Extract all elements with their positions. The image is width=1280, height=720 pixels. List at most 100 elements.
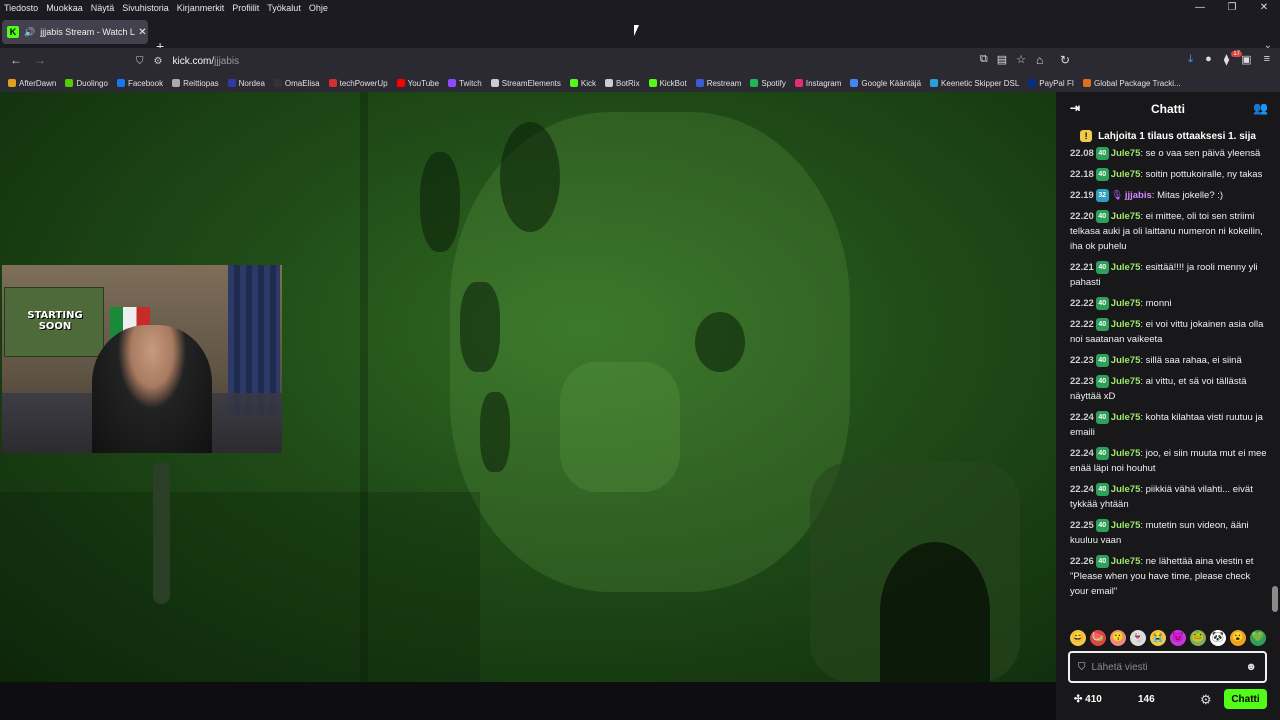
- close-tab-icon[interactable]: ✕: [138, 27, 146, 38]
- message-username[interactable]: Jule75: [1111, 448, 1141, 459]
- extension-badge: 17: [1231, 51, 1242, 57]
- message-time: 22.20: [1070, 211, 1094, 222]
- bookmark-item[interactable]: Duolingo: [65, 79, 108, 88]
- emote-icon[interactable]: 😈: [1170, 630, 1186, 646]
- chat-send-button[interactable]: Chatti: [1224, 689, 1267, 709]
- bookmark-favicon-icon: [396, 79, 405, 87]
- back-arrow-icon[interactable]: ←: [10, 53, 22, 67]
- message-username[interactable]: Jule75: [1111, 355, 1141, 366]
- emote-icon[interactable]: 💚: [1250, 630, 1266, 646]
- chat-input-box[interactable]: ⛉ ☻: [1068, 651, 1267, 683]
- message-username[interactable]: Jule75: [1111, 319, 1141, 330]
- message-username[interactable]: Jule75: [1111, 211, 1141, 222]
- url-bar[interactable]: ⛉ ⚙ kick.com/jjjabis ⧉ ▤ ☆: [130, 50, 1030, 72]
- bookmark-item[interactable]: OmaElisa: [273, 79, 320, 88]
- emoji-picker-icon[interactable]: ☻: [1245, 661, 1257, 673]
- subscriber-badge: 40: [1095, 353, 1109, 367]
- streamer: [92, 325, 212, 453]
- bookmark-item[interactable]: YouTube: [396, 79, 439, 88]
- forward-arrow-icon[interactable]: →: [34, 53, 46, 67]
- bookmark-item[interactable]: Reittiopas: [172, 79, 219, 88]
- webcam-overlay: STARTING SOON: [2, 265, 282, 453]
- bookmark-item[interactable]: Global Package Tracki...: [1082, 79, 1181, 88]
- chat-input[interactable]: [1091, 661, 1232, 673]
- download-icon[interactable]: ⤓: [1188, 53, 1193, 66]
- emote-bar: 😄 🍉 😗 👻 😭 😈 🐸 🐼 😮 💚: [1070, 630, 1266, 646]
- bookmark-label: Google Kääntäjä: [861, 78, 922, 88]
- message-username[interactable]: Jule75: [1111, 376, 1141, 387]
- bookmark-item[interactable]: Keenetic Skipper DSL: [930, 79, 1019, 88]
- chat-message: 22.24 40 Jule75: joo, ei siin muuta mut ei…: [1070, 446, 1267, 474]
- shield-icon[interactable]: ⛉: [136, 56, 144, 67]
- message-username[interactable]: Jule75: [1111, 148, 1141, 159]
- bookmark-star-icon[interactable]: ☆: [1016, 53, 1026, 66]
- emote-icon[interactable]: 🐸: [1190, 630, 1206, 646]
- menu-file[interactable]: Tiedosto: [0, 3, 42, 13]
- bookmark-item[interactable]: Twitch: [448, 79, 482, 88]
- speaker-icon[interactable]: 🔊: [24, 27, 35, 38]
- account-icon[interactable]: ●: [1205, 53, 1212, 66]
- chat-users-icon[interactable]: 👥: [1253, 101, 1268, 115]
- bookmark-item[interactable]: Kick: [569, 79, 596, 88]
- emote-icon[interactable]: 😮: [1230, 630, 1246, 646]
- video-player[interactable]: STARTING SOON: [0, 92, 1056, 682]
- menu-history[interactable]: Sivuhistoria: [118, 3, 173, 13]
- message-username[interactable]: Jule75: [1111, 298, 1141, 309]
- chat-message: 22.20 40 Jule75: ei mittee, oli toi sen st…: [1070, 209, 1263, 252]
- emote-icon[interactable]: 😭: [1150, 630, 1166, 646]
- message-username[interactable]: Jule75: [1111, 520, 1141, 531]
- bookmark-item[interactable]: Facebook: [116, 79, 163, 88]
- message-username[interactable]: Jule75: [1111, 556, 1141, 567]
- emote-icon[interactable]: 🐼: [1210, 630, 1226, 646]
- message-username[interactable]: Jule75: [1111, 262, 1141, 273]
- menu-edit[interactable]: Muokkaa: [42, 3, 87, 13]
- subscriber-badge: 40: [1095, 410, 1109, 424]
- permissions-icon[interactable]: ⚙: [154, 56, 163, 67]
- bookmark-item[interactable]: BotRix: [605, 79, 640, 88]
- emote-icon[interactable]: 😗: [1110, 630, 1126, 646]
- menu-view[interactable]: Näytä: [87, 3, 119, 13]
- bookmark-item[interactable]: Google Kääntäjä: [850, 79, 921, 88]
- close-window-icon[interactable]: ✕: [1248, 0, 1280, 16]
- extensions-icon[interactable]: ⧫: [1224, 53, 1229, 66]
- emote-icon[interactable]: 👻: [1130, 630, 1146, 646]
- gear-icon[interactable]: ⚙: [1200, 692, 1212, 708]
- tab-active[interactable]: K 🔊 jjjabis Stream - Watch Live ✕: [2, 20, 148, 44]
- message-username[interactable]: jjjabis: [1125, 190, 1152, 201]
- reader-icon[interactable]: ▤: [997, 53, 1007, 66]
- home-icon[interactable]: ⌂: [1036, 53, 1043, 67]
- bookmark-item[interactable]: Instagram: [794, 79, 841, 88]
- points-count: 146: [1138, 694, 1155, 705]
- bookmark-item[interactable]: AfterDawn: [8, 79, 56, 88]
- message-username[interactable]: Jule75: [1111, 484, 1141, 495]
- bookmark-item[interactable]: Spotify: [750, 79, 786, 88]
- bookmark-item[interactable]: Restream: [695, 79, 741, 88]
- bookmark-item[interactable]: techPowerUp: [328, 79, 388, 88]
- collapse-chat-icon[interactable]: ⇥: [1070, 101, 1080, 115]
- bookmark-item[interactable]: StreamElements: [490, 79, 561, 88]
- menu-hamburger-icon[interactable]: ≡: [1264, 53, 1270, 66]
- bookmark-item[interactable]: KickBot: [648, 79, 687, 88]
- pinned-gift-banner[interactable]: ! Lahjoita 1 tilaus ottaaksesi 1. sija: [1056, 126, 1280, 146]
- restore-icon[interactable]: ❐: [1216, 0, 1248, 16]
- bookmark-label: BotRix: [616, 78, 640, 88]
- bookmark-favicon-icon: [569, 79, 578, 87]
- bookmark-item[interactable]: PayPal FI: [1028, 79, 1074, 88]
- emote-icon[interactable]: 🍉: [1090, 630, 1106, 646]
- bookmark-item[interactable]: Nordea: [227, 79, 265, 88]
- menu-bookmarks[interactable]: Kirjanmerkit: [173, 3, 229, 13]
- bookmark-favicon-icon: [116, 79, 125, 87]
- menu-help[interactable]: Ohje: [305, 3, 332, 13]
- chat-scrollbar[interactable]: [1272, 586, 1278, 612]
- viewer-count-value: 410: [1085, 694, 1102, 705]
- chat-messages: 22.08 40 Jule75: se o vaa sen päivä yleens…: [1056, 146, 1268, 622]
- message-username[interactable]: Jule75: [1111, 412, 1141, 423]
- screenshot-icon[interactable]: ⧉: [980, 53, 988, 66]
- message-username[interactable]: Jule75: [1111, 169, 1141, 180]
- reload-icon[interactable]: ↻: [1060, 53, 1070, 67]
- minimize-icon[interactable]: —: [1184, 0, 1216, 16]
- extension-icon[interactable]: ▣: [1241, 53, 1251, 66]
- menu-profiles[interactable]: Profiilit: [228, 3, 263, 13]
- menu-tools[interactable]: Työkalut: [263, 3, 305, 13]
- emote-icon[interactable]: 😄: [1070, 630, 1086, 646]
